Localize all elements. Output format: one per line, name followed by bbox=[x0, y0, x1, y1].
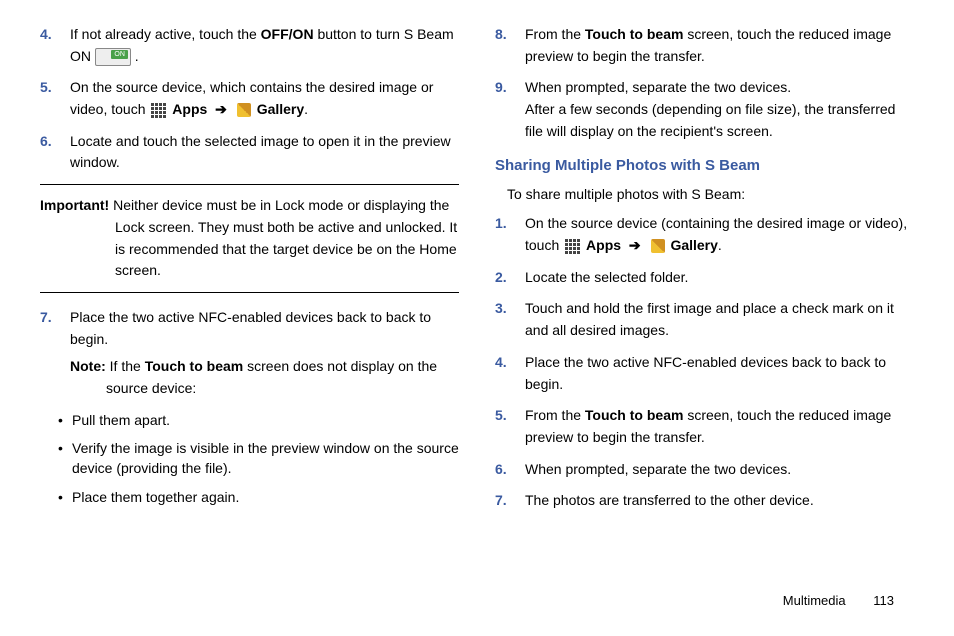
text: From the bbox=[525, 407, 585, 423]
text: If not already active, touch the bbox=[70, 26, 261, 42]
mstep-2: 2. Locate the selected folder. bbox=[525, 267, 914, 289]
page-content: 4. If not already active, touch the OFF/… bbox=[0, 0, 954, 532]
step-number: 5. bbox=[40, 77, 52, 99]
important-label: Important! bbox=[40, 197, 109, 213]
arrow-icon: ➔ bbox=[629, 237, 641, 253]
bullet-item: Pull them apart. bbox=[72, 410, 459, 430]
apps-grid-icon bbox=[565, 239, 580, 254]
step-number: 7. bbox=[495, 490, 507, 512]
note-label: Note: bbox=[70, 358, 106, 374]
text: When prompted, separate the two devices. bbox=[525, 461, 791, 477]
sub-bullets: Pull them apart. Verify the image is vis… bbox=[40, 410, 459, 507]
apps-grid-icon bbox=[151, 103, 166, 118]
touch-to-beam-label: Touch to beam bbox=[145, 358, 244, 374]
important-text: Neither device must be in Lock mode or d… bbox=[109, 197, 457, 278]
footer-section: Multimedia bbox=[783, 593, 846, 608]
right-list-1: 8. From the Touch to beam screen, touch … bbox=[495, 24, 914, 142]
gallery-icon bbox=[651, 239, 665, 253]
mstep-7: 7. The photos are transferred to the oth… bbox=[525, 490, 914, 512]
mstep-6: 6. When prompted, separate the two devic… bbox=[525, 459, 914, 481]
bullet-item: Place them together again. bbox=[72, 487, 459, 507]
left-list-1: 4. If not already active, touch the OFF/… bbox=[40, 24, 459, 174]
gallery-label: Gallery bbox=[257, 101, 304, 117]
step-number: 8. bbox=[495, 24, 507, 46]
right-column: 8. From the Touch to beam screen, touch … bbox=[495, 24, 914, 522]
left-list-2: 7. Place the two active NFC-enabled devi… bbox=[40, 307, 459, 400]
text: Locate the selected folder. bbox=[525, 269, 688, 285]
step-number: 6. bbox=[495, 459, 507, 481]
step-8: 8. From the Touch to beam screen, touch … bbox=[525, 24, 914, 67]
arrow-icon: ➔ bbox=[215, 101, 227, 117]
gallery-label: Gallery bbox=[670, 237, 717, 253]
footer-page-number: 113 bbox=[873, 593, 894, 608]
gallery-icon bbox=[237, 103, 251, 117]
step-number: 5. bbox=[495, 405, 507, 427]
step-number: 9. bbox=[495, 77, 507, 99]
step-9: 9. When prompted, separate the two devic… bbox=[525, 77, 914, 142]
section-intro: To share multiple photos with S Beam: bbox=[507, 184, 914, 206]
important-note: Important! Neither device must be in Loc… bbox=[40, 184, 459, 293]
page-footer: Multimedia 113 bbox=[783, 593, 894, 608]
touch-to-beam-label: Touch to beam bbox=[585, 26, 684, 42]
note: Note: If the Touch to beam screen does n… bbox=[70, 356, 459, 399]
step-5: 5. On the source device, which contains … bbox=[70, 77, 459, 120]
toggle-on-icon bbox=[95, 48, 131, 66]
bullet-item: Verify the image is visible in the previ… bbox=[72, 438, 459, 479]
step-6: 6. Locate and touch the selected image t… bbox=[70, 131, 459, 174]
mstep-5: 5. From the Touch to beam screen, touch … bbox=[525, 405, 914, 448]
apps-label: Apps bbox=[172, 101, 207, 117]
off-on-label: OFF/ON bbox=[261, 26, 314, 42]
text: If the bbox=[106, 358, 145, 374]
step-number: 3. bbox=[495, 298, 507, 320]
step-number: 2. bbox=[495, 267, 507, 289]
mstep-4: 4. Place the two active NFC-enabled devi… bbox=[525, 352, 914, 395]
text: On the source device, which contains the… bbox=[70, 79, 433, 117]
apps-label: Apps bbox=[586, 237, 621, 253]
text: From the bbox=[525, 26, 585, 42]
text: . bbox=[304, 101, 308, 117]
step-number: 7. bbox=[40, 307, 52, 329]
text: . bbox=[718, 237, 722, 253]
step-number: 4. bbox=[495, 352, 507, 374]
mstep-3: 3. Touch and hold the first image and pl… bbox=[525, 298, 914, 341]
right-steps: 1. On the source device (containing the … bbox=[495, 213, 914, 512]
left-column: 4. If not already active, touch the OFF/… bbox=[40, 24, 459, 522]
text: Locate and touch the selected image to o… bbox=[70, 133, 451, 171]
text: When prompted, separate the two devices. bbox=[525, 77, 914, 99]
touch-to-beam-label: Touch to beam bbox=[585, 407, 684, 423]
text: Touch and hold the first image and place… bbox=[525, 300, 894, 338]
step-number: 1. bbox=[495, 213, 507, 235]
text: . bbox=[131, 48, 139, 64]
text: The photos are transferred to the other … bbox=[525, 492, 814, 508]
text: Place the two active NFC-enabled devices… bbox=[525, 354, 886, 392]
step-number: 6. bbox=[40, 131, 52, 153]
step-7: 7. Place the two active NFC-enabled devi… bbox=[70, 307, 459, 400]
text: After a few seconds (depending on file s… bbox=[525, 99, 914, 142]
text: Place the two active NFC-enabled devices… bbox=[70, 307, 459, 350]
mstep-1: 1. On the source device (containing the … bbox=[525, 213, 914, 256]
step-number: 4. bbox=[40, 24, 52, 46]
step-4: 4. If not already active, touch the OFF/… bbox=[70, 24, 459, 67]
section-heading: Sharing Multiple Photos with S Beam bbox=[495, 154, 914, 177]
